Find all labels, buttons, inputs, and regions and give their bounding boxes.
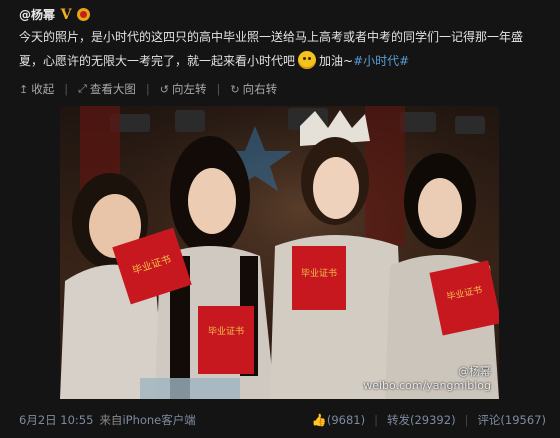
certificate-title: 毕业证书 [208, 325, 244, 337]
hashtag-link[interactable]: #小时代# [353, 54, 409, 68]
rotate-left-label: 向左转 [172, 82, 207, 96]
rotate-left-icon: ↺ [159, 82, 169, 96]
source-client-link[interactable]: iPhone客户端 [122, 412, 195, 428]
watermark-user: @杨幂 [458, 365, 491, 378]
view-large-label: 查看大图 [89, 82, 136, 96]
collapse-button[interactable]: ↥ 收起 [19, 81, 54, 97]
rotate-right-icon: ↻ [230, 82, 240, 96]
toolbar-divider: | [216, 82, 221, 96]
rotate-right-label: 向右转 [242, 82, 278, 96]
verified-v-icon[interactable]: V [59, 7, 73, 23]
post-footer: 6月2日 10:55 来自 iPhone客户端 👍(9681) | 转发(2939… [19, 412, 546, 428]
post-text-line2: 夏，心愿许的无限大一考完了，就一起来看小时代吧 加油~#小时代# [19, 49, 549, 73]
post-text-line1: 今天的照片，是小时代的这四只的高中毕业照一送给马上高考或者中考的同学们一记得那一… [19, 30, 524, 44]
like-button[interactable]: 👍(9681) [312, 413, 365, 427]
toolbar-divider: | [64, 82, 69, 96]
toolbar-divider: | [145, 82, 150, 96]
post-date-link[interactable]: 6月2日 10:55 [19, 412, 93, 428]
post-text-line2-a: 夏，心愿许的无限大一考完了，就一起来看小时代吧 [19, 54, 296, 68]
author-name[interactable]: @杨幂 [19, 6, 55, 23]
view-large-button[interactable]: ⤢ 查看大图 [78, 81, 136, 97]
certificate-title: 毕业证书 [301, 267, 337, 279]
rotate-right-button[interactable]: ↻ 向右转 [230, 81, 277, 97]
post-text: 今天的照片，是小时代的这四只的高中毕业照一送给马上高考或者中考的同学们一记得那一… [19, 25, 549, 73]
like-count: (9681) [326, 413, 366, 427]
vip-crown-icon[interactable] [77, 8, 91, 21]
smile-emoji-icon [298, 51, 317, 69]
rotate-left-button[interactable]: ↺ 向左转 [160, 81, 207, 97]
footer-divider: | [374, 413, 378, 427]
thumbs-up-icon: 👍 [311, 413, 327, 427]
source-prefix: 来自 [99, 413, 123, 427]
post-author-line: @杨幂 V [19, 6, 91, 23]
photo-illustration: 毕业证书 毕业证书 毕业证书 毕业证书 [60, 106, 499, 399]
footer-divider: | [464, 413, 469, 427]
comment-button[interactable]: 评论(19567) [477, 412, 546, 428]
repost-button[interactable]: 转发(29392) [387, 412, 456, 428]
post-photo[interactable]: 毕业证书 毕业证书 毕业证书 毕业证书 @杨幂 weibo.com/yangmi… [60, 106, 499, 399]
image-toolbar: ↥ 收起 | ⤢ 查看大图 | ↺ 向左转 | ↻ 向右转 [19, 80, 277, 98]
collapse-label: 收起 [31, 82, 55, 96]
post-text-line2-b: 加油~ [319, 54, 354, 68]
expand-image-icon: ⤢ [78, 82, 87, 95]
watermark-url: weibo.com/yangmiblog [363, 379, 491, 392]
collapse-arrow-icon: ↥ [19, 82, 29, 96]
photo-watermark: @杨幂 weibo.com/yangmiblog [363, 365, 491, 393]
